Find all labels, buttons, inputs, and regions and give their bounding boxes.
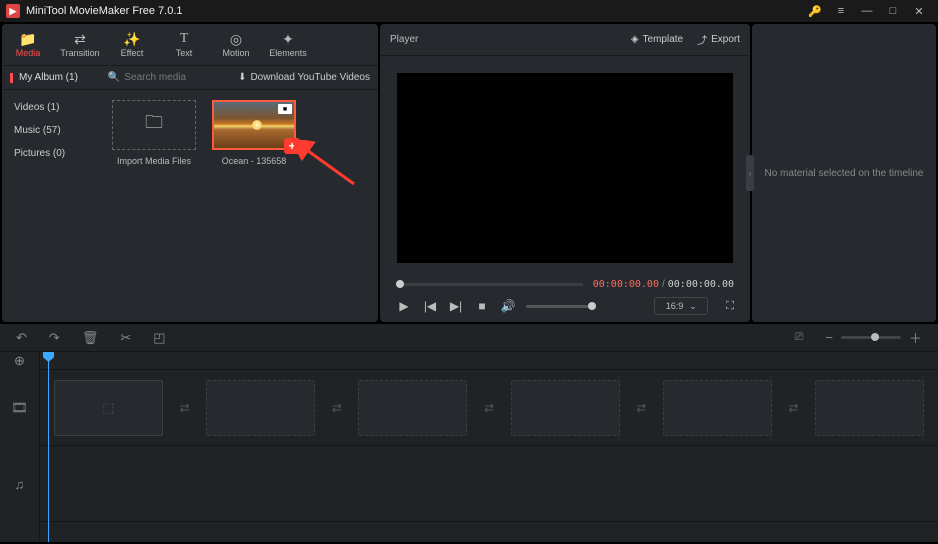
timeline-ruler[interactable] <box>40 352 938 370</box>
timeline: ↶ ↷ 🗑 ✂ ◰ ⎚ − ＋ ⊕ 🎞 ♫ ⬚ ⇄ ⇄ ⇄ <box>0 324 938 542</box>
mode-toolbar: 📁 Media ⇄ Transition ✨ Effect T Text ◎ M… <box>2 24 378 66</box>
folder-icon: 🗀 <box>145 110 163 140</box>
minimize-button[interactable]: — <box>854 0 880 22</box>
media-grid: 🗀 Import Media Files ■ + Ocean - 135658 <box>102 90 378 322</box>
player-preview <box>397 73 733 263</box>
clip-slot[interactable] <box>511 380 620 436</box>
effect-icon: ✨ <box>123 32 140 46</box>
timeline-toolbar: ↶ ↷ 🗑 ✂ ◰ ⎚ − ＋ <box>0 324 938 352</box>
stop-button[interactable]: ■ <box>474 299 490 313</box>
chevron-down-icon: ⌄ <box>689 301 697 312</box>
redo-button[interactable]: ↷ <box>49 330 60 346</box>
titlebar: ▶ MiniTool MovieMaker Free 7.0.1 🔑 ≡ — □… <box>0 0 938 22</box>
sidebar-item-videos[interactable]: Videos (1) <box>2 96 102 119</box>
template-button[interactable]: ◈ Template <box>631 34 683 45</box>
menu-icon[interactable]: ≡ <box>828 0 854 22</box>
album-name[interactable]: My Album (1) <box>19 72 78 83</box>
transition-slot[interactable]: ⇄ <box>327 399 346 417</box>
active-marker <box>10 73 13 83</box>
clip-slot[interactable]: ⬚ <box>54 380 163 436</box>
snap-button[interactable]: ⎚ <box>795 331 804 344</box>
add-track-button[interactable]: ⊕ <box>0 352 39 370</box>
add-to-timeline-button[interactable]: + <box>284 138 300 154</box>
next-frame-button[interactable]: ▶| <box>448 299 464 313</box>
maximize-button[interactable]: □ <box>880 0 906 22</box>
playhead[interactable] <box>48 352 49 542</box>
search-media[interactable]: 🔍 Search media <box>108 72 186 83</box>
time-current: 00:00:00.00 <box>593 279 659 290</box>
tab-media[interactable]: 📁 Media <box>2 24 54 65</box>
license-key-icon[interactable]: 🔑 <box>802 0 828 22</box>
media-categories: Videos (1) Music (57) Pictures (0) <box>2 90 102 322</box>
template-icon: ◈ <box>631 34 639 45</box>
play-button[interactable]: ▶ <box>396 299 412 313</box>
zoom-slider[interactable] <box>841 336 901 339</box>
audio-track-icon: ♫ <box>0 446 39 522</box>
timeline-tracks[interactable]: ⬚ ⇄ ⇄ ⇄ ⇄ ⇄ <box>40 352 938 542</box>
text-icon: T <box>180 32 189 46</box>
split-button[interactable]: ✂ <box>120 330 131 346</box>
export-button[interactable]: ⤴ Export <box>697 32 740 47</box>
video-badge-icon: ■ <box>278 104 292 114</box>
volume-icon[interactable]: 🔊 <box>500 299 516 313</box>
zoom-out-button[interactable]: − <box>825 330 833 345</box>
elements-icon: ✦ <box>282 32 294 46</box>
time-total: 00:00:00.00 <box>668 279 734 290</box>
sidebar-item-pictures[interactable]: Pictures (0) <box>2 142 102 165</box>
transition-slot[interactable]: ⇄ <box>632 399 651 417</box>
zoom-in-button[interactable]: ＋ <box>909 328 922 347</box>
track-headers: ⊕ 🎞 ♫ <box>0 352 40 542</box>
thumbnail-art <box>252 120 262 130</box>
search-icon: 🔍 <box>108 72 120 83</box>
download-icon: ⬇ <box>238 72 246 83</box>
folder-icon: 📁 <box>19 32 36 46</box>
seek-slider[interactable] <box>396 283 583 286</box>
app-title: MiniTool MovieMaker Free 7.0.1 <box>26 5 183 17</box>
clip-slot[interactable] <box>663 380 772 436</box>
import-media-button[interactable]: 🗀 <box>112 100 196 150</box>
prev-frame-button[interactable]: |◀ <box>422 299 438 313</box>
download-youtube-button[interactable]: ⬇ Download YouTube Videos <box>238 72 370 83</box>
export-icon: ⤴ <box>697 32 707 47</box>
media-clip-ocean[interactable]: ■ + <box>212 100 296 150</box>
transition-slot[interactable]: ⇄ <box>784 399 803 417</box>
properties-panel: › No material selected on the timeline <box>752 24 936 322</box>
close-button[interactable]: ✕ <box>906 0 932 22</box>
media-panel: 📁 Media ⇄ Transition ✨ Effect T Text ◎ M… <box>2 24 378 322</box>
clip-slot[interactable] <box>206 380 315 436</box>
tab-transition[interactable]: ⇄ Transition <box>54 24 106 65</box>
transition-slot[interactable]: ⇄ <box>175 399 194 417</box>
clip-label: Ocean - 135658 <box>222 156 287 166</box>
collapse-handle[interactable]: › <box>746 155 754 191</box>
motion-icon: ◎ <box>230 32 242 46</box>
transition-icon: ⇄ <box>74 32 86 46</box>
delete-button[interactable]: 🗑 <box>82 330 99 346</box>
tab-text[interactable]: T Text <box>158 24 210 65</box>
transition-slot[interactable]: ⇄ <box>479 399 498 417</box>
undo-button[interactable]: ↶ <box>16 330 27 346</box>
fullscreen-button[interactable]: ⛶ <box>726 300 734 313</box>
import-label: Import Media Files <box>117 156 191 166</box>
crop-button[interactable]: ◰ <box>153 330 165 346</box>
video-track[interactable]: ⬚ ⇄ ⇄ ⇄ ⇄ ⇄ <box>40 370 938 446</box>
tab-effect[interactable]: ✨ Effect <box>106 24 158 65</box>
video-track-icon: 🎞 <box>0 370 39 446</box>
no-selection-message: No material selected on the timeline <box>765 168 924 179</box>
clip-slot[interactable] <box>815 380 924 436</box>
album-bar: My Album (1) 🔍 Search media ⬇ Download Y… <box>2 66 378 90</box>
audio-track[interactable] <box>40 446 938 522</box>
tab-motion[interactable]: ◎ Motion <box>210 24 262 65</box>
volume-slider[interactable] <box>526 305 596 308</box>
clip-slot[interactable] <box>358 380 467 436</box>
aspect-ratio-select[interactable]: 16:9 ⌄ <box>654 297 708 315</box>
app-logo: ▶ <box>6 4 20 18</box>
player-panel: Player ◈ Template ⤴ Export 00:00:00.00 /… <box>380 24 750 322</box>
sidebar-item-music[interactable]: Music (57) <box>2 119 102 142</box>
player-label: Player <box>390 34 418 45</box>
tab-elements[interactable]: ✦ Elements <box>262 24 314 65</box>
